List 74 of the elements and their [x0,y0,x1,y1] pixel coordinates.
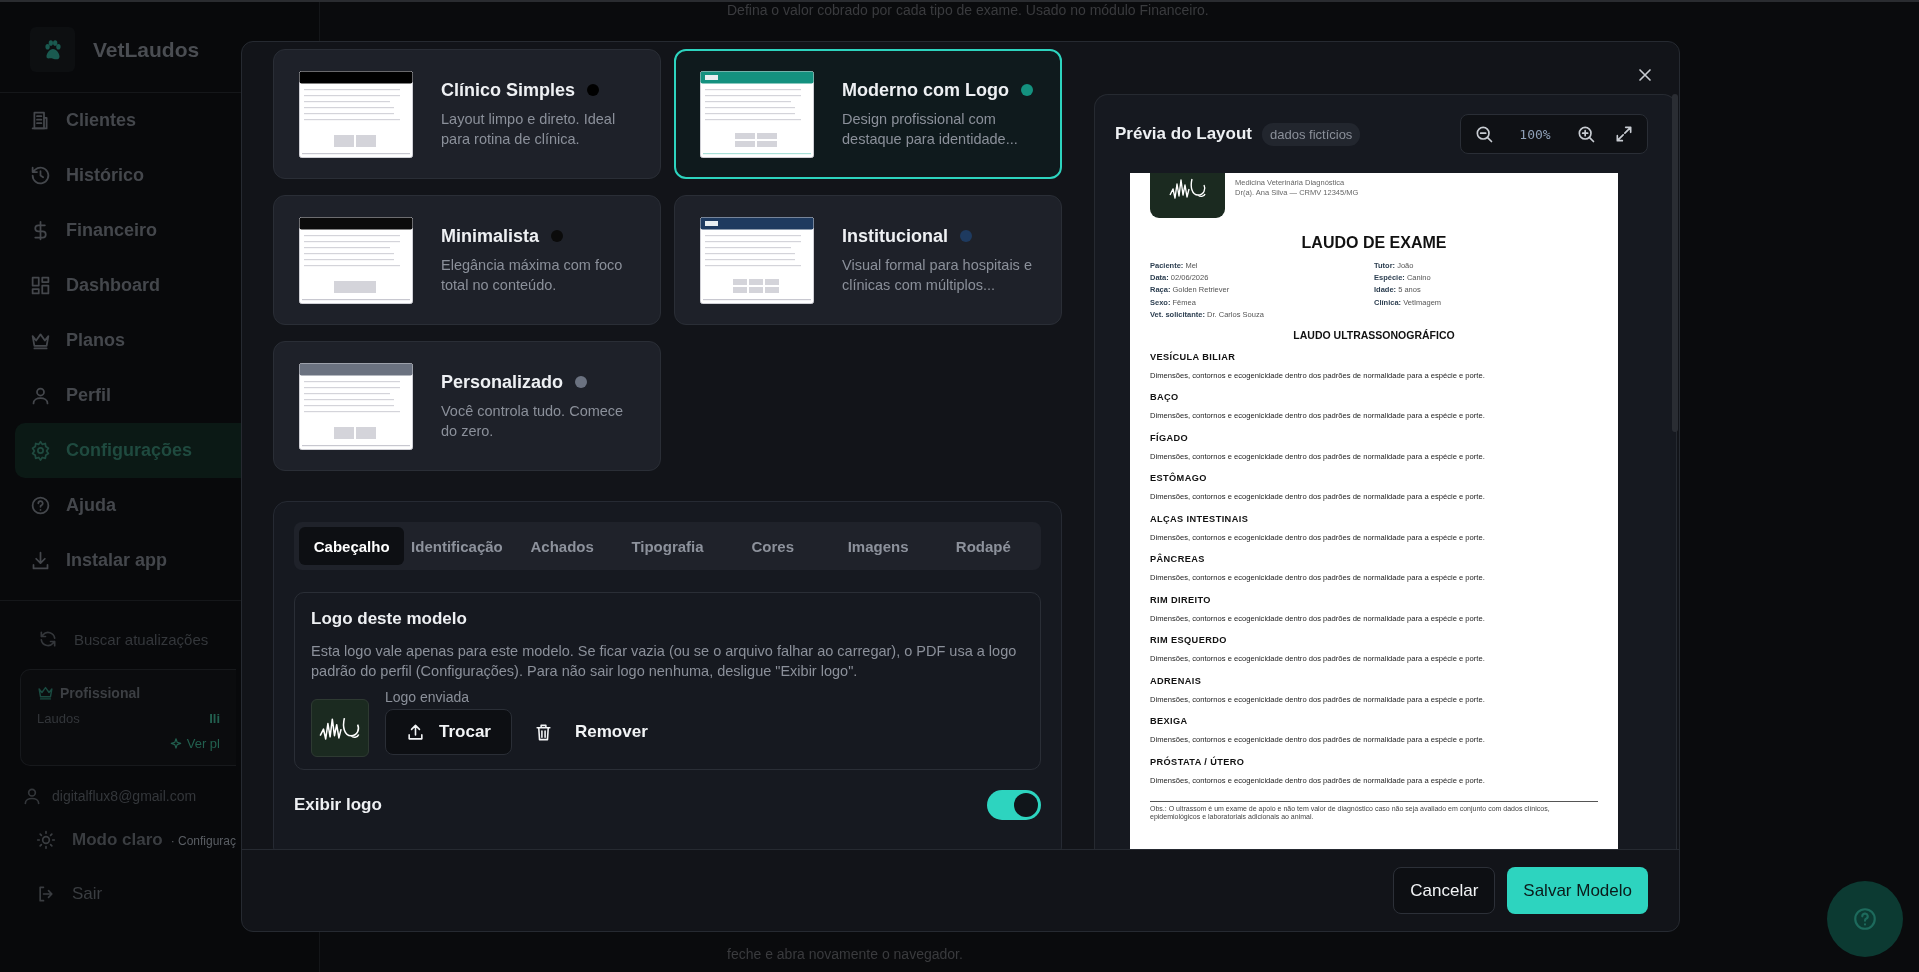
template-card[interactable]: Moderno com Logo Design profissional com destaque para identidade... [674,49,1062,179]
upload-status: Logo enviada [385,689,471,705]
finding-heading: ADRENAIS [1150,674,1203,688]
toggle-switch[interactable] [987,790,1041,820]
usage-value: Ili [209,711,220,726]
tab[interactable]: Cabeçalho [299,527,405,565]
layout-thumbnail-icon [700,216,814,304]
zoom-level: 100% [1518,126,1552,142]
download-icon [30,550,51,571]
history-icon [30,165,51,186]
template-card[interactable]: Institucional Visual formal para hospitais e clínicas com múltiplos... [674,195,1062,325]
trash-icon [534,722,553,742]
app-name: VetLaudos [93,37,200,62]
finding-heading: RIM DIREITO [1150,593,1212,607]
sample-data-badge: dados fictícios [1262,122,1361,146]
zoom-out-icon [1474,124,1494,144]
tab[interactable]: Tipografia [614,527,721,565]
replace-button[interactable]: Trocar [385,709,512,755]
template-name: Personalizado [441,371,564,393]
tab[interactable]: Rodapé [930,527,1036,565]
save-button[interactable]: Salvar Modelo [1507,867,1648,914]
template-description: Elegância máxima com foco total no conteúdo. [441,255,624,295]
report-section-title: LAUDO ULTRASSONOGRÁFICO [1292,329,1456,341]
plans-link[interactable]: Ver pl [168,736,220,751]
upload-icon [406,722,425,742]
template-card[interactable]: Clínico Simples Layout limpo e direto. Ideal para rotina de clínica. [273,49,661,179]
finding-heading: ESTÔMAGO [1150,472,1208,485]
finding-heading: ALÇAS INTESTINAIS [1150,512,1250,526]
user-icon [30,385,51,406]
finding-heading: PRÓSTATA / ÚTERO [1150,755,1246,769]
layout-thumbnail-icon [299,70,413,158]
settings-icon [30,440,51,461]
tab[interactable]: Imagens [825,527,931,565]
template-description: Design profissional com destaque para identidade... [842,109,1019,149]
zoom-in-icon [1576,124,1596,144]
building-icon [30,110,51,131]
template-description: Visual formal para hospitais e clínicas com múltiplos... [842,255,1032,295]
layout-thumbnail-icon [299,216,413,304]
toggle-label: Exibir logo [294,795,382,815]
layout-thumbnail-icon [700,70,814,158]
tab[interactable]: Identificação [404,527,510,565]
help-icon [1852,906,1878,932]
layout-thumbnail-icon [299,362,413,450]
template-name: Moderno com Logo [842,79,1009,101]
refresh-icon [38,629,58,649]
template-card[interactable]: Personalizado Você controla tudo. Comece do zero. [273,341,661,471]
help-icon [30,495,51,516]
finding-heading: VESÍCULA BILIAR [1150,350,1237,364]
paw-logo-icon [30,27,75,72]
crown-icon [37,684,54,701]
template-description: Layout limpo e direto. Ideal para rotina de clínica. [441,109,617,149]
preview-title: Prévia do Layout [1115,124,1252,144]
user-icon [22,786,42,806]
finding-heading: RIM ESQUERDO [1150,634,1228,647]
finding-heading: BEXIGA [1150,715,1189,728]
template-name: Minimalista [441,225,540,247]
crown-icon [30,330,51,351]
sparkle-icon [168,736,183,751]
template-name: Institucional [842,225,948,247]
grid-icon [30,275,51,296]
sun-icon [36,830,56,850]
cancel-button[interactable]: Cancelar [1393,867,1496,914]
template-description: Você controla tudo. Comece do zero. [441,401,625,441]
tab[interactable]: Achados [509,527,615,565]
scrollbar[interactable] [1672,94,1678,432]
template-name: Clínico Simples [441,79,576,101]
tab[interactable]: Cores [720,527,826,565]
finding-heading: BAÇO [1150,391,1180,404]
template-card[interactable]: Minimalista Elegância máxima com foco total no conteúdo. [273,195,661,325]
report-title: LAUDO DE EXAME [1300,234,1448,252]
expand-icon [1614,124,1634,144]
remove-button[interactable]: Remover [520,709,662,755]
finding-heading: PÂNCREAS [1150,553,1206,566]
finding-heading: FÍGADO [1150,431,1190,445]
